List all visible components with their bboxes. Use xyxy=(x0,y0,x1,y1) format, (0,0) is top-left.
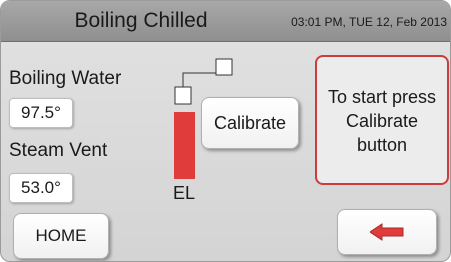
page-title: Boiling Chilled xyxy=(74,9,208,32)
instruction-line-1: To start press xyxy=(327,87,437,107)
boiling-water-label: Boiling Water xyxy=(9,68,122,89)
level-sensor-square xyxy=(174,86,192,105)
steam-vent-label: Steam Vent xyxy=(9,140,108,161)
screen: Boiling Chilled 03:01 PM, TUE 12, Feb 20… xyxy=(0,0,451,262)
datetime-display: 03:01 PM, TUE 12, Feb 2013 xyxy=(291,15,447,29)
header-bar: Boiling Chilled 03:01 PM, TUE 12, Feb 20… xyxy=(1,1,450,42)
steam-vent-value: 53.0° xyxy=(9,173,73,203)
instruction-message-box: To start press Calibrate button xyxy=(315,55,449,185)
instruction-line-3: button xyxy=(356,135,408,155)
level-indicator-bar xyxy=(174,112,195,179)
level-indicator-label: EL xyxy=(173,183,196,203)
boiling-water-value: 97.5° xyxy=(9,98,73,128)
home-button[interactable]: HOME xyxy=(13,213,109,259)
left-arrow-icon xyxy=(370,223,404,241)
back-button[interactable] xyxy=(337,209,437,255)
calibrate-button[interactable]: Calibrate xyxy=(201,97,299,149)
top-sensor-square xyxy=(215,58,233,76)
instruction-line-2: Calibrate xyxy=(345,111,419,131)
